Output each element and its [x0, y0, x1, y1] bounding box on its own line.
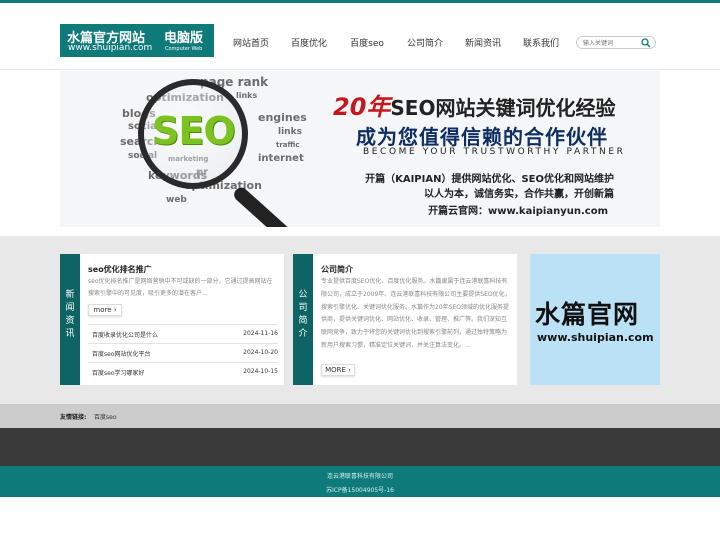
about-panel-side: 公 司 简 介	[293, 254, 313, 385]
side-char: 闻	[65, 303, 75, 313]
about-panel-title[interactable]: 公司简介	[321, 264, 353, 275]
site-footer: 连云港联喜科技有限公司 苏ICP备15004905号-16	[0, 466, 720, 497]
banner-headline: 20年SEO网站关键词优化经验	[333, 87, 615, 122]
news-panel-desc: seo优化排名推广是网络营销中不可或缺的一部分，它通过提高网站在搜索引擎中的可见…	[88, 278, 273, 297]
seo-word: SEO	[152, 109, 236, 153]
news-item-title: 百度seo网站优化平台	[92, 351, 151, 358]
list-item[interactable]: 百度seo网站优化平台 2024-10-20	[88, 343, 278, 362]
news-panel-side: 新 闻 资 讯	[60, 254, 80, 385]
content-area: 新 闻 资 讯 seo优化排名推广 seo优化排名推广是网络营销中不可或缺的一部…	[0, 236, 720, 404]
main-nav: 网站首页 百度优化 百度seo 公司简介 新闻资讯 联系我们	[222, 36, 570, 49]
news-item-title: 百度seo学习哪家好	[92, 370, 145, 377]
side-char: 公	[298, 290, 308, 300]
friend-links-bar: 友情链接: 百度seo	[0, 404, 720, 428]
logo-badge: 电脑版	[164, 31, 204, 46]
logo-url: www.shuipian.com	[68, 43, 153, 53]
search-input[interactable]	[583, 38, 639, 48]
footer-company: 连云港联喜科技有限公司	[326, 473, 393, 480]
about-more-button[interactable]: MORE ›	[321, 364, 355, 376]
cloud-word: traffic	[276, 141, 300, 149]
friend-link[interactable]: 百度seo	[94, 412, 117, 421]
cloud-word: internet	[258, 153, 304, 164]
banner-motto-line: 以人为本，诚信务实，合作共赢，开创新篇	[424, 189, 614, 200]
side-char: 简	[298, 316, 308, 326]
news-item-date: 2024-10-20	[243, 349, 278, 356]
banner-service-line: 开篇（KAIPIAN）提供网站优化、SEO优化和网站维护	[365, 174, 614, 185]
banner-english-tagline: BECOME YOUR TRUSTWORTHY PARTNER	[363, 147, 626, 157]
site-logo[interactable]: 水篇官方网站 电脑版 www.shuipian.com Computer Web	[60, 24, 214, 57]
side-ad-title: 水篇官网	[535, 300, 640, 329]
search-icon[interactable]	[641, 38, 651, 48]
banner-subheadline: 成为您值得信赖的合作伙伴	[356, 125, 608, 149]
cloud-word: engines	[258, 111, 307, 124]
news-more-button[interactable]: more ›	[88, 304, 122, 316]
nav-home[interactable]: 网站首页	[222, 36, 280, 49]
side-char: 介	[298, 329, 308, 339]
about-panel: 公 司 简 介 公司简介 专业提供百度SEO优化、百度优化服务。水篇隶属于连云港…	[293, 254, 517, 385]
nav-news[interactable]: 新闻资讯	[454, 36, 512, 49]
banner-headline-text: SEO网站关键词优化经验	[390, 96, 616, 120]
news-item-date: 2024-10-15	[243, 368, 278, 375]
side-advertisement[interactable]: 水篇官网 www.shuipian.com	[530, 254, 660, 385]
side-char: 司	[298, 303, 308, 313]
hero-banner[interactable]: page rank optimization links blogs socia…	[60, 71, 660, 227]
list-item[interactable]: 百度seo学习哪家好 2024-10-15	[88, 362, 278, 381]
news-item-date: 2024-11-16	[243, 330, 278, 337]
side-char: 资	[65, 316, 75, 326]
banner-headline-number: 20年	[333, 93, 391, 121]
more-label: MORE	[325, 366, 346, 374]
dark-band	[0, 428, 720, 466]
about-panel-desc: 专业提供百度SEO优化、百度优化服务。水篇隶属于连云港联喜科技有限公司，成立于2…	[321, 278, 511, 349]
nav-baidu-seo[interactable]: 百度seo	[338, 36, 396, 49]
friend-links-label: 友情链接:	[60, 414, 87, 421]
nav-contact[interactable]: 联系我们	[512, 36, 570, 49]
cloud-word: web	[166, 195, 187, 205]
cloud-word: links	[278, 127, 302, 137]
side-char: 新	[65, 290, 75, 300]
list-item[interactable]: 百度收录优化公司是什么 2024-11-16	[88, 324, 278, 343]
news-panel-title[interactable]: seo优化排名推广	[88, 264, 152, 275]
side-ad-url: www.shuipian.com	[537, 331, 654, 344]
cloud-word: links	[236, 91, 258, 100]
side-char: 讯	[65, 329, 75, 339]
more-label: more	[93, 306, 112, 314]
nav-about[interactable]: 公司简介	[396, 36, 454, 49]
footer-icp[interactable]: 苏ICP备15004905号-16	[0, 485, 720, 494]
news-item-title: 百度收录优化公司是什么	[92, 332, 159, 339]
news-list: 百度收录优化公司是什么 2024-11-16 百度seo网站优化平台 2024-…	[88, 324, 278, 381]
news-panel: 新 闻 资 讯 seo优化排名推广 seo优化排名推广是网络营销中不可或缺的一部…	[60, 254, 284, 385]
search-box	[576, 36, 656, 49]
banner-website-line: 开篇云官网：www.kaipianyun.com	[428, 206, 608, 217]
logo-sub: Computer Web	[165, 46, 203, 52]
nav-baidu-optimization[interactable]: 百度优化	[280, 36, 338, 49]
site-header: 水篇官方网站 电脑版 www.shuipian.com Computer Web…	[0, 3, 720, 70]
